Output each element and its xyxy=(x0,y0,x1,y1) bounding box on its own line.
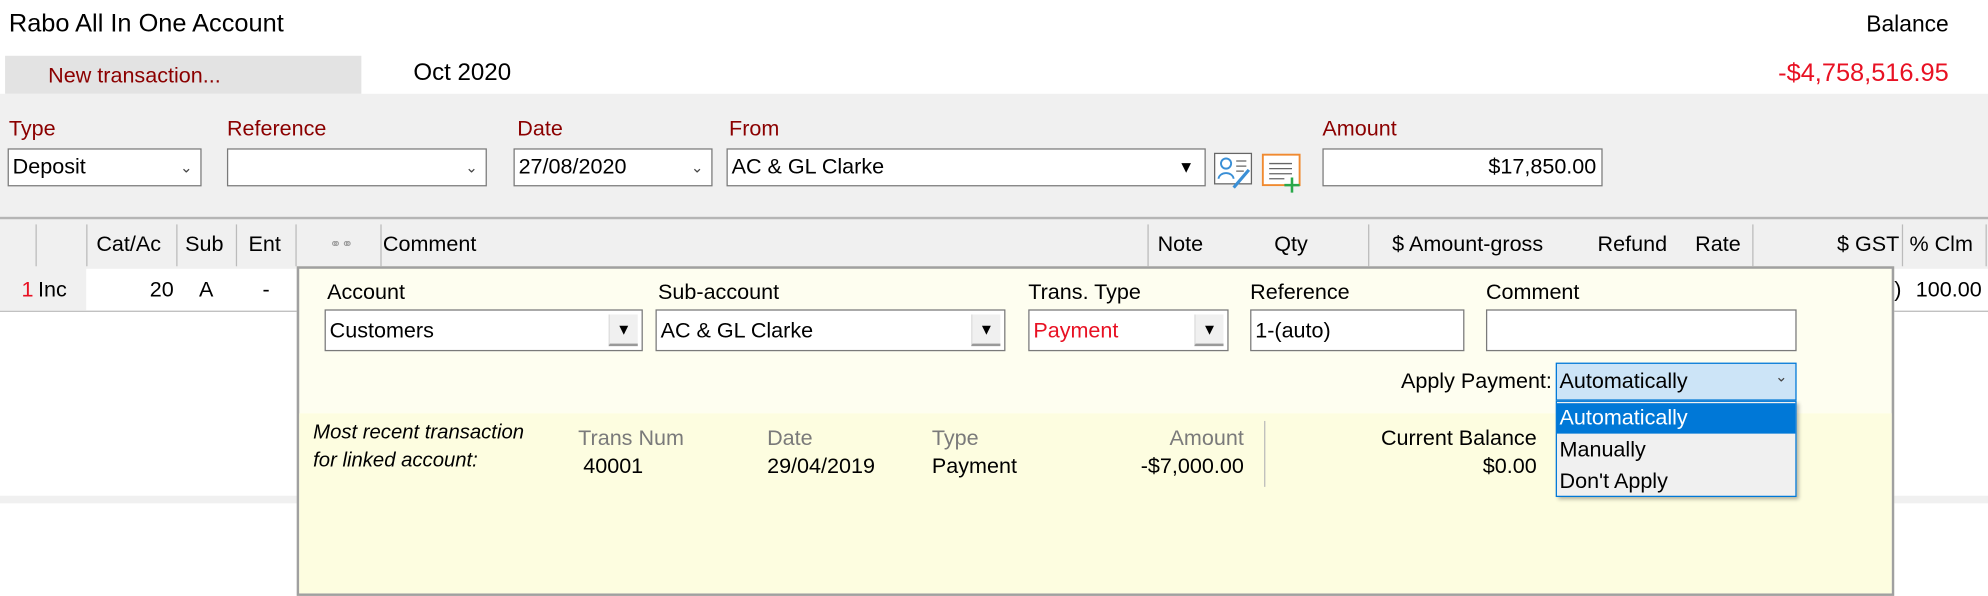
recent-amount-label: Amount xyxy=(1169,426,1244,451)
trans-type-select[interactable]: Payment ▼ xyxy=(1028,309,1229,352)
recent-date-value: 29/04/2019 xyxy=(767,453,875,478)
dropdown-arrow-icon: ▼ xyxy=(608,314,638,347)
column-header-cat-ac[interactable]: Cat/Ac xyxy=(96,232,161,257)
dropdown-arrow-icon: ▼ xyxy=(1178,157,1195,177)
type-select[interactable]: Deposit ⌄ xyxy=(7,148,202,187)
account-register-window: Rabo All In One Account Balance New tran… xyxy=(0,0,1988,596)
reference-label: Reference xyxy=(226,116,327,141)
popup-reference-input[interactable]: 1-(auto) xyxy=(1250,309,1465,352)
apply-payment-dropdown: Automatically Manually Don't Apply xyxy=(1555,400,1797,498)
amount-label: Amount xyxy=(1322,116,1397,141)
column-header-clm[interactable]: % Clm xyxy=(1909,232,1972,257)
row-type: Inc xyxy=(38,277,67,302)
column-header-comment[interactable]: Comment xyxy=(383,232,476,257)
account-label: Account xyxy=(327,280,406,305)
apply-payment-label: Apply Payment: xyxy=(1400,368,1552,394)
option-automatically[interactable]: Automatically xyxy=(1556,403,1796,434)
link-icon[interactable]: ⚭⚭ xyxy=(330,236,353,252)
date-value: 27/08/2020 xyxy=(518,154,627,179)
type-value: Deposit xyxy=(12,154,86,179)
current-balance-value: $0.00 xyxy=(1482,453,1537,478)
period-label: Oct 2020 xyxy=(413,59,512,87)
trans-type-label: Trans. Type xyxy=(1028,280,1141,305)
column-header-sub[interactable]: Sub xyxy=(185,232,223,257)
chevron-down-icon: ⌄ xyxy=(465,158,478,177)
column-header-rate[interactable]: Rate xyxy=(1695,232,1741,257)
recent-amount-value: -$7,000.00 xyxy=(1140,453,1244,478)
chevron-down-icon: ⌄ xyxy=(690,158,704,177)
new-transaction-label: New transaction... xyxy=(48,63,221,88)
recent-date-label: Date xyxy=(767,426,813,451)
option-manually[interactable]: Manually xyxy=(1560,437,1646,462)
apply-payment-value: Automatically xyxy=(1559,368,1688,394)
grid-header xyxy=(0,219,1988,269)
column-header-amount-gross[interactable]: $ Amount-gross xyxy=(1392,232,1543,257)
apply-payment-select[interactable]: Automatically ⌄ xyxy=(1555,362,1797,401)
subaccount-select[interactable]: AC & GL Clarke ▼ xyxy=(655,309,1006,352)
column-header-note[interactable]: Note xyxy=(1158,232,1204,257)
popup-comment-label: Comment xyxy=(1485,280,1580,305)
account-title: Rabo All In One Account xyxy=(8,10,284,39)
divider xyxy=(1264,420,1266,487)
row-cat-ac[interactable]: 20 xyxy=(150,278,174,303)
add-note-icon[interactable] xyxy=(1261,150,1305,193)
account-value: Customers xyxy=(329,318,434,343)
recent-caption-2: for linked account: xyxy=(313,450,478,472)
row-clm[interactable]: 100.00 xyxy=(1916,278,1982,303)
row-number: 1 xyxy=(21,277,34,302)
column-header-qty[interactable]: Qty xyxy=(1274,232,1308,257)
balance-label: Balance xyxy=(1866,11,1949,37)
current-balance-label: Current Balance xyxy=(1380,426,1537,451)
trans-num-label: Trans Num xyxy=(578,426,684,451)
subaccount-label: Sub-account xyxy=(658,280,780,305)
trans-type-value: Payment xyxy=(1033,318,1119,343)
chevron-down-icon: ⌄ xyxy=(179,158,193,177)
subaccount-value: AC & GL Clarke xyxy=(660,318,814,343)
row-sub[interactable]: A xyxy=(199,278,213,303)
type-label: Type xyxy=(8,116,56,141)
column-header-refund[interactable]: Refund xyxy=(1598,232,1668,257)
dropdown-arrow-icon: ▼ xyxy=(1194,314,1224,347)
edit-contact-icon[interactable] xyxy=(1213,150,1254,191)
from-label: From xyxy=(729,116,780,141)
row-gst[interactable]: ) xyxy=(1894,278,1901,303)
recent-type-label: Type xyxy=(931,426,979,451)
option-dont-apply[interactable]: Don't Apply xyxy=(1560,469,1668,494)
column-header-gst[interactable]: $ GST xyxy=(1837,232,1899,257)
from-select[interactable]: AC & GL Clarke ▼ xyxy=(726,148,1206,187)
date-label: Date xyxy=(517,116,563,141)
chevron-down-icon: ⌄ xyxy=(1774,367,1788,386)
recent-caption-1: Most recent transaction xyxy=(313,422,525,444)
row-ent[interactable]: - xyxy=(262,278,269,303)
new-transaction-button[interactable]: New transaction... xyxy=(5,55,362,94)
account-select[interactable]: Customers ▼ xyxy=(324,309,643,352)
popup-reference-label: Reference xyxy=(1250,280,1350,305)
recent-type-value: Payment xyxy=(931,453,1017,478)
column-header-ent[interactable]: Ent xyxy=(249,232,281,257)
date-picker[interactable]: 27/08/2020 ⌄ xyxy=(513,148,713,187)
reference-select[interactable]: ⌄ xyxy=(226,148,487,187)
amount-input[interactable]: $17,850.00 xyxy=(1322,148,1603,187)
trans-num-value: 40001 xyxy=(583,453,644,478)
popup-comment-input[interactable] xyxy=(1485,309,1797,352)
from-value: AC & GL Clarke xyxy=(731,154,885,179)
dropdown-arrow-icon: ▼ xyxy=(971,314,1001,347)
balance-value: -$4,758,516.95 xyxy=(1778,59,1949,88)
